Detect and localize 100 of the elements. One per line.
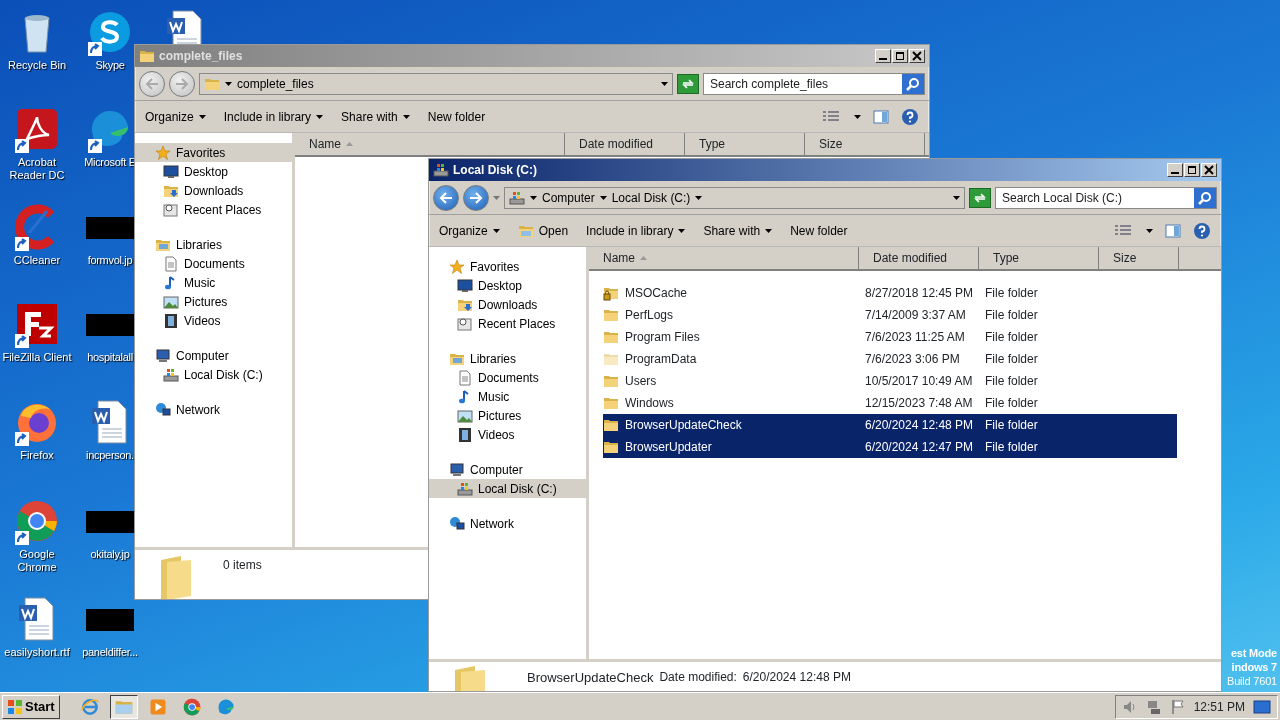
nav-item[interactable]: Network: [135, 400, 292, 419]
icon-label: Skype: [95, 59, 125, 72]
column-header[interactable]: Type: [979, 247, 1099, 269]
sort-arrow-icon: [346, 142, 353, 146]
window-title: Local Disk (C:): [453, 162, 537, 179]
nav-item[interactable]: Music: [135, 273, 292, 292]
toolbar-button[interactable]: Share with: [703, 221, 773, 240]
nav-item[interactable]: Favorites: [135, 143, 292, 162]
maximize-button[interactable]: [1184, 163, 1200, 177]
nav-item[interactable]: Music: [429, 387, 586, 406]
nav-item[interactable]: Desktop: [429, 276, 586, 295]
nav-item[interactable]: Libraries: [429, 349, 586, 368]
nav-item[interactable]: Local Disk (C:): [135, 365, 292, 384]
taskbar-app[interactable]: [109, 694, 138, 719]
nav-item[interactable]: Local Disk (C:): [429, 479, 586, 498]
file-row[interactable]: Users 10/5/2017 10:49 AM File folder: [603, 370, 1177, 392]
search-box[interactable]: Search complete_files: [703, 72, 925, 95]
search-button[interactable]: [1194, 187, 1216, 208]
nav-item[interactable]: Recent Places: [135, 200, 292, 219]
file-row[interactable]: ProgramData 7/6/2023 3:06 PM File folder: [603, 348, 1177, 370]
nav-item[interactable]: Downloads: [429, 295, 586, 314]
toolbar-button[interactable]: Open: [517, 221, 569, 240]
type-cell-text: File folder: [984, 395, 1038, 412]
close-button[interactable]: [1201, 163, 1217, 177]
details-label: Date modified:: [659, 669, 737, 686]
back-button[interactable]: [139, 70, 165, 97]
nav-item[interactable]: Computer: [135, 346, 292, 365]
back-button[interactable]: [433, 184, 459, 211]
shortcut-arrow-icon: [15, 432, 29, 446]
forward-button[interactable]: [169, 70, 195, 97]
file-row[interactable]: Windows 12/15/2023 7:48 AM File folder: [603, 392, 1177, 414]
search-box[interactable]: Search Local Disk (C:): [995, 186, 1217, 209]
file-name: BrowserUpdateCheck: [625, 417, 742, 434]
search-icon: [1198, 190, 1212, 205]
file-row[interactable]: PerfLogs 7/14/2009 3:37 AM File folder: [603, 304, 1177, 326]
toolbar-button[interactable]: New folder: [427, 107, 486, 126]
view-button[interactable]: [822, 109, 861, 124]
refresh-button[interactable]: [969, 187, 991, 208]
nav-item[interactable]: Computer: [429, 460, 586, 479]
column-header[interactable]: Name: [295, 133, 565, 155]
flag-icon[interactable]: [1169, 698, 1186, 715]
pictures-icon: [457, 407, 473, 424]
help-icon[interactable]: [1193, 221, 1211, 240]
preview-pane-icon[interactable]: [873, 108, 889, 125]
file-row[interactable]: Program Files 7/6/2023 11:25 AM File folder: [603, 326, 1177, 348]
nav-item[interactable]: Favorites: [429, 257, 586, 276]
toolbar-button[interactable]: Organize: [145, 107, 206, 126]
breadcrumb-item[interactable]: complete_files: [237, 74, 314, 93]
preview-pane-icon[interactable]: [1165, 222, 1181, 239]
nav-item[interactable]: Documents: [429, 368, 586, 387]
nav-item[interactable]: Libraries: [135, 235, 292, 254]
minimize-button[interactable]: [875, 49, 891, 63]
show-desktop-icon[interactable]: [1253, 698, 1271, 715]
drive-icon: [433, 162, 449, 178]
nav-item[interactable]: Pictures: [135, 292, 292, 311]
nav-item[interactable]: Pictures: [429, 406, 586, 425]
nav-item[interactable]: Documents: [135, 254, 292, 273]
arrow-right-icon: [469, 191, 483, 204]
column-header[interactable]: Name: [589, 247, 859, 269]
start-button[interactable]: Start: [2, 694, 60, 719]
toolbar-button[interactable]: Share with: [341, 107, 410, 126]
search-button[interactable]: [902, 73, 924, 94]
file-row[interactable]: MSOCache 8/27/2018 12:45 PM File folder: [603, 282, 1177, 304]
address-bar[interactable]: complete_files: [199, 72, 673, 95]
pictures-icon: [163, 293, 179, 310]
breadcrumb-item[interactable]: Computer: [542, 188, 595, 207]
nav-item[interactable]: Desktop: [135, 162, 292, 181]
drive-icon: [509, 189, 525, 206]
toolbar-button[interactable]: Include in library: [223, 107, 324, 126]
file-row[interactable]: BrowserUpdater 6/20/2024 12:47 PM File folder: [603, 436, 1177, 458]
maximize-button[interactable]: [892, 49, 908, 63]
toolbar-button[interactable]: Organize: [439, 221, 500, 240]
address-bar[interactable]: Computer Local Disk (C:): [504, 186, 965, 209]
network-icon: [449, 515, 465, 532]
refresh-button[interactable]: [677, 73, 699, 94]
column-header[interactable]: Date modified: [565, 133, 685, 155]
nav-item[interactable]: Downloads: [135, 181, 292, 200]
toolbar-button[interactable]: Include in library: [586, 221, 686, 240]
minimize-button[interactable]: [1167, 163, 1183, 177]
breadcrumb-item[interactable]: Local Disk (C:): [611, 188, 691, 207]
icon-label: formvol.jp: [87, 254, 133, 267]
column-header[interactable]: Size: [805, 133, 925, 155]
column-header[interactable]: Type: [685, 133, 805, 155]
toolbar-button[interactable]: New folder: [790, 221, 848, 240]
internet-explorer-icon: [79, 696, 100, 717]
forward-button[interactable]: [463, 184, 489, 211]
network-icon[interactable]: [1145, 698, 1162, 715]
nav-item[interactable]: Videos: [135, 311, 292, 330]
date-cell-text: 7/6/2023 3:06 PM: [864, 351, 961, 368]
column-header[interactable]: Size: [1099, 247, 1179, 269]
file-name: Program Files: [625, 329, 700, 346]
column-header[interactable]: Date modified: [859, 247, 979, 269]
nav-item[interactable]: Recent Places: [429, 314, 586, 333]
nav-item[interactable]: Network: [429, 514, 586, 533]
file-row[interactable]: BrowserUpdateCheck 6/20/2024 12:48 PM File folder: [603, 414, 1177, 436]
help-icon[interactable]: [901, 107, 919, 126]
nav-item[interactable]: Videos: [429, 425, 586, 444]
search-icon: [906, 76, 920, 91]
view-button[interactable]: [1114, 223, 1153, 238]
close-button[interactable]: [909, 49, 925, 63]
